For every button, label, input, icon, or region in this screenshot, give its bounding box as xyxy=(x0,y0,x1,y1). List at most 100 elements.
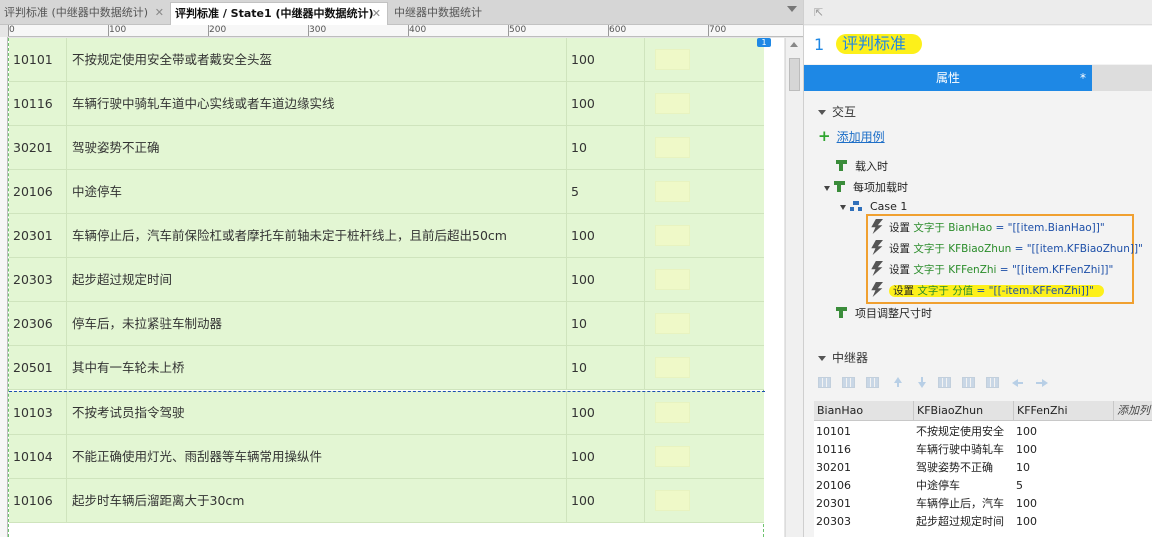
event-item-resize[interactable]: 项目调整尺寸时 xyxy=(836,305,932,321)
table-row[interactable]: 10106 起步时车辆后溜距离大于30cm 100 xyxy=(9,479,764,523)
grid-row[interactable]: 10101 不按规定使用安全 100 xyxy=(814,423,1152,440)
grid-cell[interactable]: 30201 xyxy=(814,459,914,476)
score-input[interactable] xyxy=(655,137,690,158)
lightning-icon xyxy=(871,282,883,297)
grid-cell[interactable]: 10101 xyxy=(814,423,914,440)
grid-cell[interactable]: 100 xyxy=(1014,423,1114,440)
score-input[interactable] xyxy=(655,225,690,246)
grid-cell[interactable]: 10 xyxy=(1014,459,1114,476)
code-cell: 20106 xyxy=(9,170,67,214)
vertical-scrollbar[interactable] xyxy=(785,38,803,537)
repeater-widget[interactable]: 10101 不按规定使用安全带或者戴安全头盔 100 10116 车辆行驶中骑轧… xyxy=(8,38,765,537)
scroll-up-arrow-icon[interactable] xyxy=(790,42,798,47)
column-header[interactable]: BianHao xyxy=(814,401,914,421)
score-input[interactable] xyxy=(655,49,690,70)
score-input-cell xyxy=(645,82,764,126)
table-row[interactable]: 10101 不按规定使用安全带或者戴安全头盔 100 xyxy=(9,38,764,82)
score-input[interactable] xyxy=(655,357,690,378)
tab-properties[interactable]: 属性 * xyxy=(804,65,1092,91)
action-target: KFFenZhi xyxy=(948,264,997,276)
close-icon[interactable]: ✕ xyxy=(155,2,164,24)
table-row[interactable]: 10116 车辆行驶中骑轧车道中心实线或者车道边缘实线 100 xyxy=(9,82,764,126)
highlighted-action-text: 设置 文字于 分值 = "[[-item.KFFenZhi]]" xyxy=(889,285,1104,297)
section-repeater[interactable]: 中继器 xyxy=(818,349,868,366)
table-row[interactable]: 10103 不按考试员指令驾驶 100 xyxy=(9,391,764,435)
score-input[interactable] xyxy=(655,490,690,511)
widget-name-field[interactable]: 评判标准 xyxy=(836,34,923,54)
section-interactions[interactable]: 交互 xyxy=(818,103,856,120)
score-cell: 100 xyxy=(567,258,645,302)
grid-cell[interactable]: 不按规定使用安全 xyxy=(914,423,1014,440)
add-case-link[interactable]: + 添加用例 xyxy=(818,127,885,145)
score-input[interactable] xyxy=(655,402,690,423)
grid-cell[interactable]: 驾驶姿势不正确 xyxy=(914,459,1014,476)
score-input[interactable] xyxy=(655,313,690,334)
grid-cell[interactable]: 车辆行驶中骑轧车 xyxy=(914,441,1014,458)
move-right-icon[interactable] xyxy=(1036,377,1049,388)
grid-row[interactable]: 10116 车辆行驶中骑轧车 100 xyxy=(814,441,1152,458)
insert-row-icon[interactable] xyxy=(842,377,855,388)
tab-page-1[interactable]: 评判标准 (中继器中数据统计) ✕ xyxy=(0,2,170,25)
grid-cell[interactable]: 100 xyxy=(1014,441,1114,458)
repeater-item-badge[interactable]: 1 xyxy=(757,38,771,47)
delete-column-icon[interactable] xyxy=(986,377,999,388)
move-down-icon[interactable] xyxy=(916,377,929,388)
move-left-icon[interactable] xyxy=(1012,377,1025,388)
tab-page-state1[interactable]: 评判标准 / State1 (中继器中数据统计) ✕ xyxy=(170,2,388,25)
score-input[interactable] xyxy=(655,269,690,290)
scrollbar-thumb[interactable] xyxy=(789,58,800,91)
grid-cell[interactable]: 20106 xyxy=(814,477,914,494)
grid-row[interactable]: 20106 中途停车 5 xyxy=(814,477,1152,494)
close-icon[interactable]: ✕ xyxy=(372,3,381,25)
event-label: 载入时 xyxy=(855,160,888,173)
grid-cell[interactable]: 中途停车 xyxy=(914,477,1014,494)
widget-title-bar: 1 评判标准 xyxy=(804,26,1152,64)
repeater-data-grid[interactable]: BianHao KFBiaoZhun KFFenZhi 添加列 10101 不按… xyxy=(814,401,1152,537)
grid-cell[interactable]: 100 xyxy=(1014,513,1114,530)
ruler-label: 700 xyxy=(709,25,727,35)
column-header[interactable]: KFBiaoZhun xyxy=(914,401,1014,421)
table-row[interactable]: 20501 其中有一车轮未上桥 10 xyxy=(9,346,764,390)
column-header[interactable]: KFFenZhi xyxy=(1014,401,1114,421)
grid-cell[interactable]: 20303 xyxy=(814,513,914,530)
delete-row-icon[interactable] xyxy=(866,377,879,388)
score-input[interactable] xyxy=(655,181,690,202)
grid-row[interactable]: 20301 车辆停止后，汽车 100 xyxy=(814,495,1152,512)
case-node[interactable]: Case 1 xyxy=(840,200,907,213)
action-set-text-bianhao[interactable]: 设置 文字于 BianHao = "[[item.BianHao]]" xyxy=(870,218,1105,238)
grid-cell[interactable]: 车辆停止后，汽车 xyxy=(914,495,1014,512)
table-row[interactable]: 30201 驾驶姿势不正确 10 xyxy=(9,126,764,170)
table-row[interactable]: 10104 不能正确使用灯光、雨刮器等车辆常用操纵件 100 xyxy=(9,435,764,479)
score-input[interactable] xyxy=(655,446,690,467)
event-item-load[interactable]: 每项加载时 xyxy=(824,179,908,195)
collapse-panel-icon[interactable]: ⇱ xyxy=(814,6,823,19)
grid-cell[interactable]: 起步超过规定时间 xyxy=(914,513,1014,530)
chevron-down-icon[interactable] xyxy=(787,6,797,12)
ruler-tick xyxy=(608,25,609,36)
move-up-icon[interactable] xyxy=(892,377,905,388)
event-onload[interactable]: 载入时 xyxy=(836,158,888,174)
table-row[interactable]: 20303 起步超过规定时间 100 xyxy=(9,258,764,302)
grid-row[interactable]: 30201 驾驶姿势不正确 10 xyxy=(814,459,1152,476)
design-canvas[interactable]: 10101 不按规定使用安全带或者戴安全头盔 100 10116 车辆行驶中骑轧… xyxy=(8,38,784,537)
add-row-icon[interactable] xyxy=(818,377,831,388)
action-set-text-kfbiaozhun[interactable]: 设置 文字于 KFBiaoZhun = "[[item.KFBiaoZhun]]… xyxy=(870,239,1143,259)
expand-triangle-icon[interactable] xyxy=(824,185,830,191)
grid-row[interactable]: 20303 起步超过规定时间 100 xyxy=(814,513,1152,530)
insert-column-icon[interactable] xyxy=(962,377,975,388)
add-column-header[interactable]: 添加列 xyxy=(1114,401,1152,421)
grid-cell[interactable]: 5 xyxy=(1014,477,1114,494)
action-set-text-score[interactable]: 设置 文字于 分值 = "[[-item.KFFenZhi]]" xyxy=(870,281,1104,301)
ruler-tick xyxy=(208,25,209,36)
action-set-text-kffenzhi[interactable]: 设置 文字于 KFFenZhi = "[[item.KFFenZhi]]" xyxy=(870,260,1113,280)
grid-cell[interactable]: 100 xyxy=(1014,495,1114,512)
score-input[interactable] xyxy=(655,93,690,114)
add-column-icon[interactable] xyxy=(938,377,951,388)
table-row[interactable]: 20106 中途停车 5 xyxy=(9,170,764,214)
table-row[interactable]: 20301 车辆停止后，汽车前保险杠或者摩托车前轴未定于桩杆线上，且前后超出50… xyxy=(9,214,764,258)
table-row[interactable]: 20306 停车后，未拉紧驻车制动器 10 xyxy=(9,302,764,346)
tab-page-repeater-stats[interactable]: 中继器中数据统计 xyxy=(390,2,512,25)
grid-cell[interactable]: 10116 xyxy=(814,441,914,458)
grid-cell[interactable]: 20301 xyxy=(814,495,914,512)
expand-triangle-icon[interactable] xyxy=(840,204,846,210)
